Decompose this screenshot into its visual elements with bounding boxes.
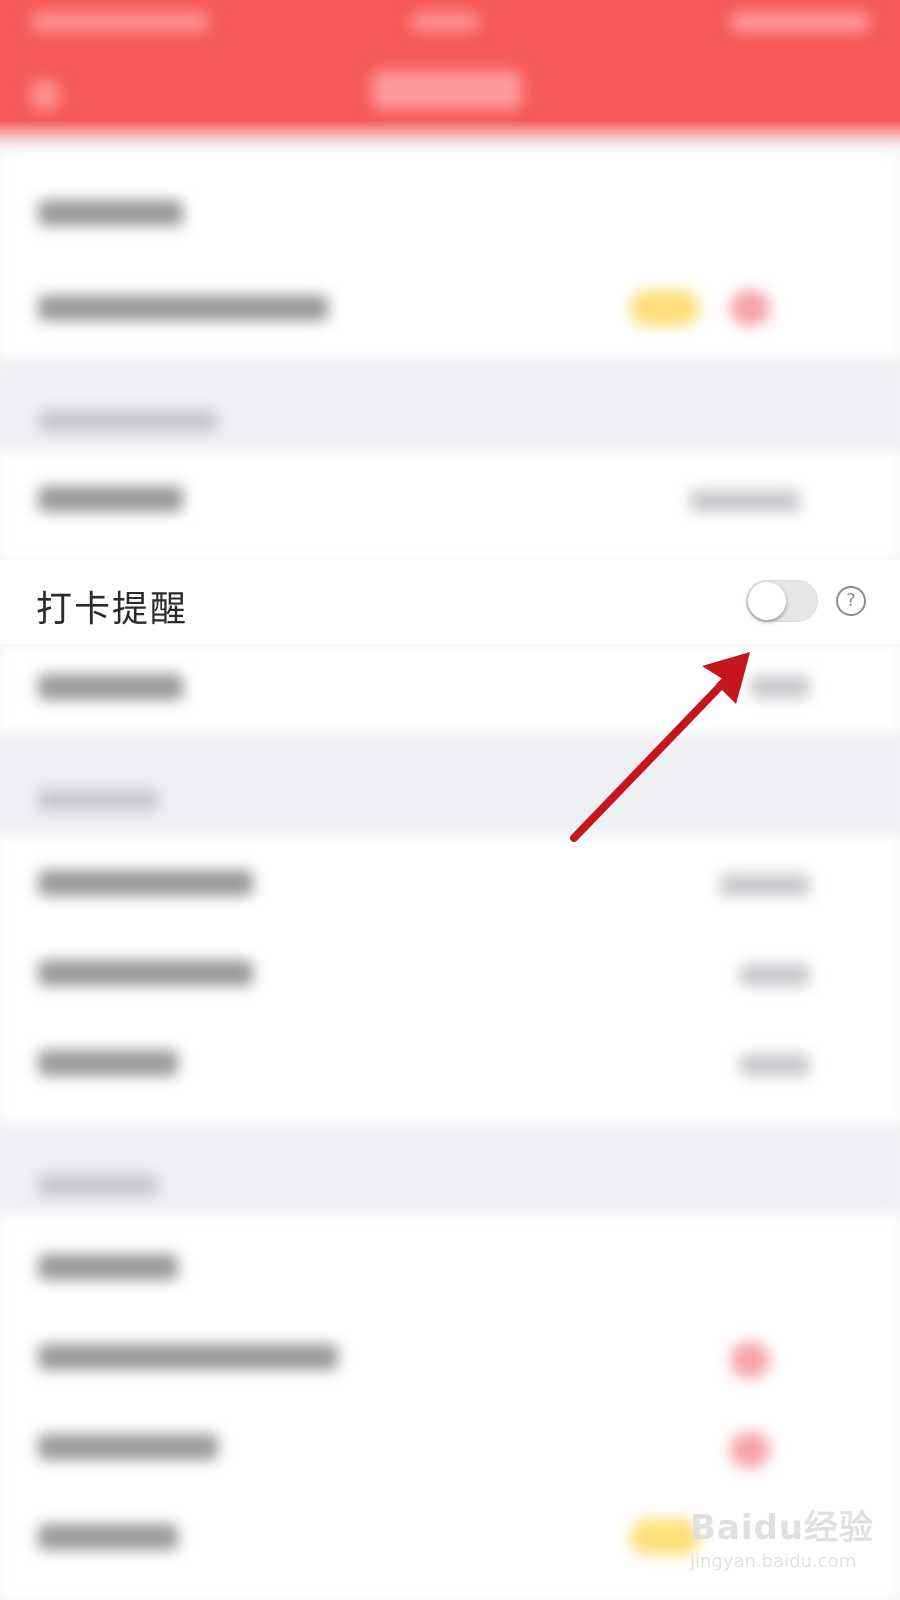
checkin-reminder-row: 打卡提醒 ? [0, 560, 900, 644]
status-bar-center [410, 12, 480, 32]
baidu-watermark: Baidu经验 jingyan.baidu.com [690, 1500, 890, 1590]
back-icon[interactable] [30, 80, 60, 110]
settings-section-1 [0, 150, 900, 360]
section-header-2 [0, 360, 900, 450]
app-header [0, 0, 900, 150]
status-bar-left [30, 12, 210, 32]
settings-row-blurred [0, 644, 900, 734]
settings-list: 打卡提醒 ? [0, 150, 900, 1600]
watermark-brand: Baidu经验 [690, 1508, 875, 1548]
checkin-reminder-label: 打卡提醒 [36, 589, 189, 630]
settings-section-3 [0, 834, 900, 1124]
toggle-knob [748, 582, 786, 620]
status-bar-right [730, 12, 870, 32]
checkin-reminder-toggle[interactable] [746, 580, 818, 622]
section-header-3 [0, 734, 900, 834]
question-circle-icon[interactable]: ? [836, 586, 866, 616]
settings-row-blurred [0, 450, 900, 560]
section-header-4 [0, 1124, 900, 1214]
watermark-url: jingyan.baidu.com [690, 1551, 857, 1572]
page-title [372, 70, 522, 110]
